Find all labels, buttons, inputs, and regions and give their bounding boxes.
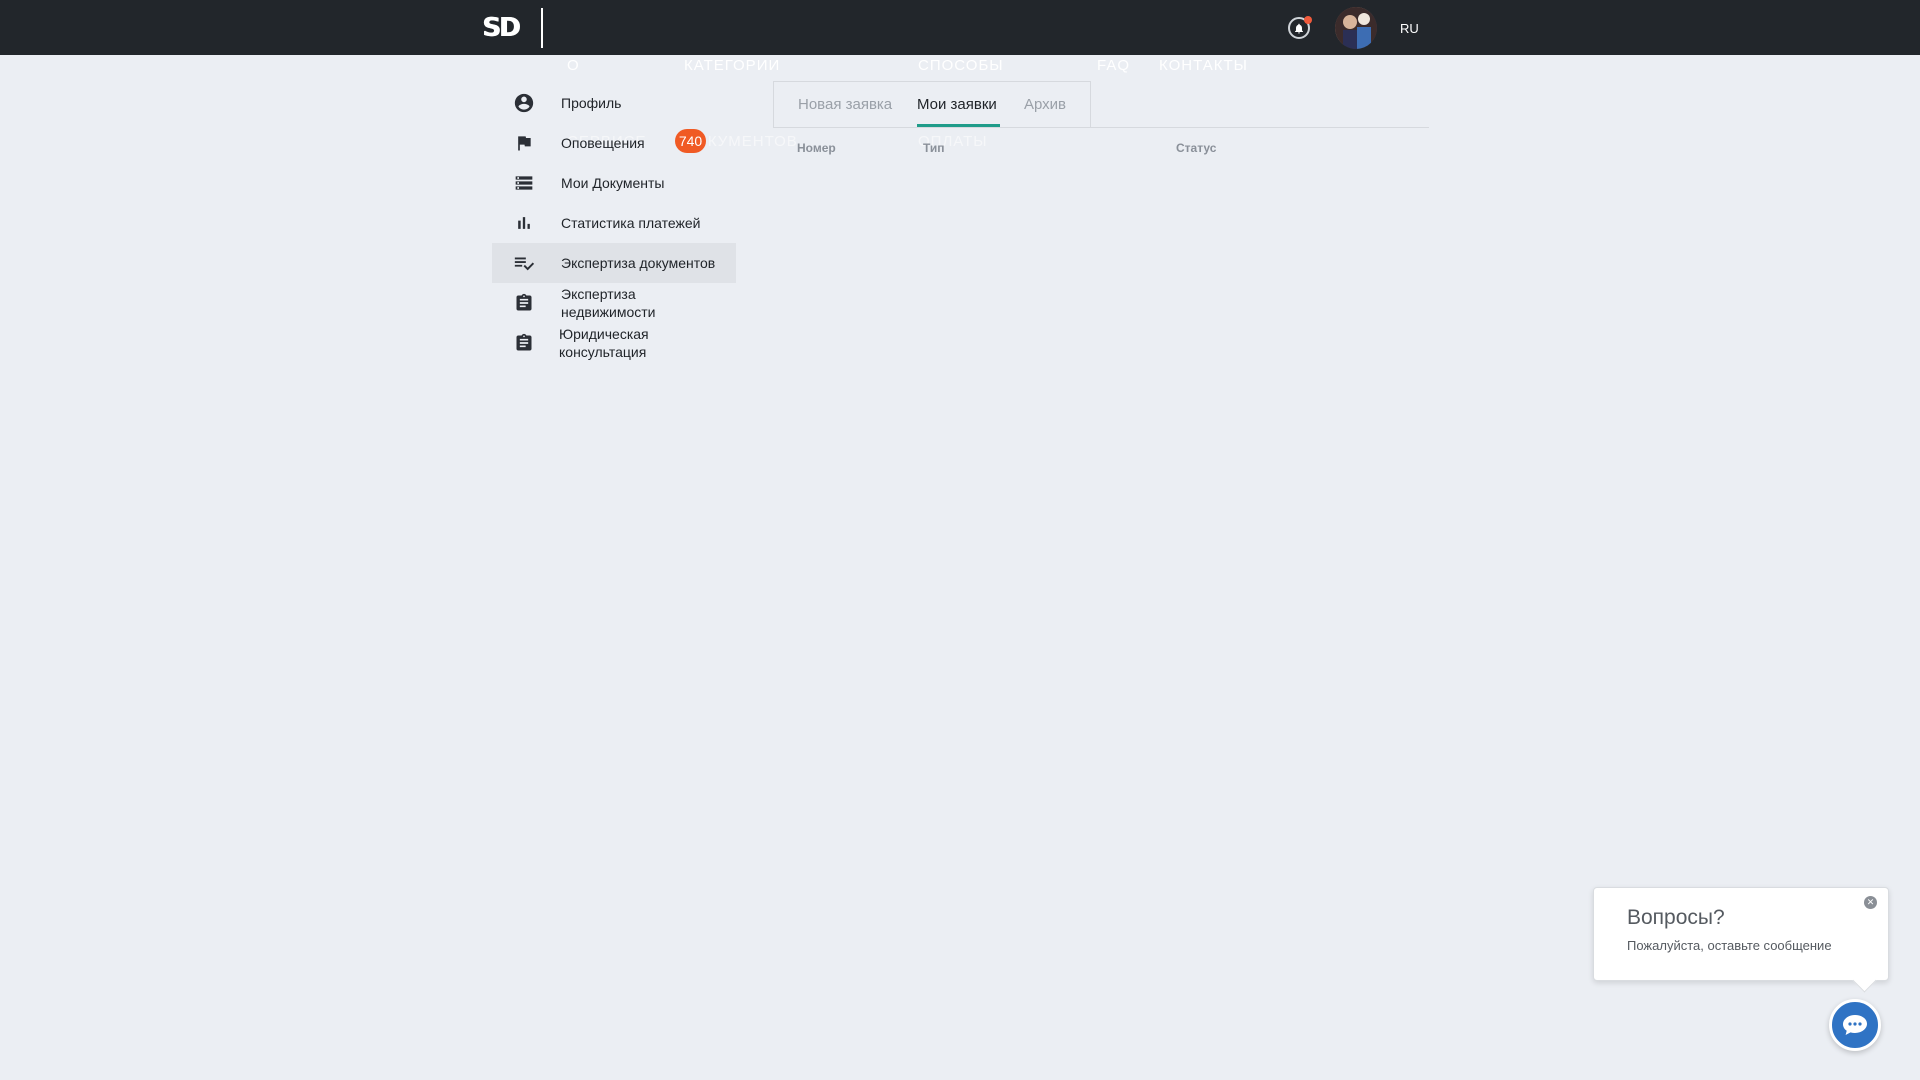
- user-avatar[interactable]: [1335, 7, 1377, 49]
- notifications-count-badge: 740: [675, 129, 706, 153]
- chat-invite-subtitle: Пожалуйста, оставьте сообщение: [1627, 938, 1832, 953]
- nav-faq-label: FAQ: [1097, 57, 1131, 74]
- tab-archive[interactable]: Архив: [1024, 95, 1066, 115]
- bar-chart-icon: [512, 211, 536, 235]
- logo-separator: [541, 8, 543, 48]
- site-logo[interactable]: SD: [482, 14, 524, 42]
- close-icon[interactable]: ✕: [1864, 896, 1877, 909]
- chat-invite-card[interactable]: Вопросы? Пожалуйста, оставьте сообщение …: [1593, 887, 1889, 981]
- column-header-status: Статус: [1176, 141, 1217, 155]
- sidebar-item-label: Экспертиза недвижимости: [561, 286, 656, 320]
- account-circle-icon: [512, 91, 536, 115]
- tab-my-requests[interactable]: Мои заявки: [917, 95, 997, 115]
- sidebar-item-label: Экспертиза документов: [561, 255, 716, 271]
- top-navbar: SD О СЕРВИСЕ КАТЕГОРИИ ДОКУМЕНТОВ СПОСОБ…: [0, 0, 1920, 150]
- clipboard-icon: [512, 331, 536, 355]
- sidebar-item-profile[interactable]: Профиль: [492, 83, 736, 123]
- clipboard-icon: [512, 291, 536, 315]
- storage-icon: [512, 171, 536, 195]
- sidebar-item-label: Профиль: [561, 95, 622, 111]
- avatar-image: [1335, 7, 1377, 49]
- nav-about-line1: О: [567, 57, 580, 74]
- nav-faq[interactable]: FAQ: [1097, 20, 1130, 112]
- sidebar-item-my-documents[interactable]: Мои Документы: [492, 163, 736, 203]
- flag-icon: [512, 131, 536, 155]
- sidebar-item-payment-stats[interactable]: Статистика платежей: [492, 203, 736, 243]
- nav-categories-line1: КАТЕГОРИИ: [684, 57, 781, 74]
- chat-invite-title: Вопросы?: [1627, 906, 1725, 929]
- requests-tabs: Новая заявка Мои заявки Архив: [773, 81, 1091, 127]
- chat-bubble-icon: [1843, 1015, 1867, 1035]
- sidebar-item-label: Оповещения: [561, 135, 645, 151]
- tab-new-request[interactable]: Новая заявка: [798, 95, 892, 115]
- sidebar-item-legal-consult[interactable]: Юридическая консультация: [492, 323, 736, 363]
- column-header-type: Тип: [923, 141, 945, 155]
- sidebar-item-doc-expertise[interactable]: Экспертиза документов: [492, 243, 736, 283]
- tabs-divider: [773, 127, 1429, 128]
- bell-glyph: [1295, 23, 1303, 33]
- nav-contacts-label: КОНТАКТЫ: [1159, 57, 1248, 74]
- chat-open-button[interactable]: [1829, 999, 1881, 1051]
- nav-contacts[interactable]: КОНТАКТЫ: [1159, 20, 1248, 112]
- language-switcher[interactable]: RU: [1400, 21, 1419, 36]
- sidebar-item-label: Мои Документы: [561, 175, 665, 191]
- nav-payment-line1: СПОСОБЫ: [918, 57, 1004, 74]
- account-sidebar: Профиль Оповещения Мои Документы Статист…: [492, 83, 736, 363]
- sidebar-item-label: Статистика платежей: [561, 215, 701, 231]
- playlist-check-icon: [512, 251, 536, 275]
- column-header-number: Номер: [797, 141, 836, 155]
- sidebar-item-label: Юридическая консультация: [559, 326, 649, 360]
- notification-dot: [1304, 16, 1312, 24]
- sidebar-item-realty-expertise[interactable]: Экспертиза недвижимости: [492, 283, 736, 323]
